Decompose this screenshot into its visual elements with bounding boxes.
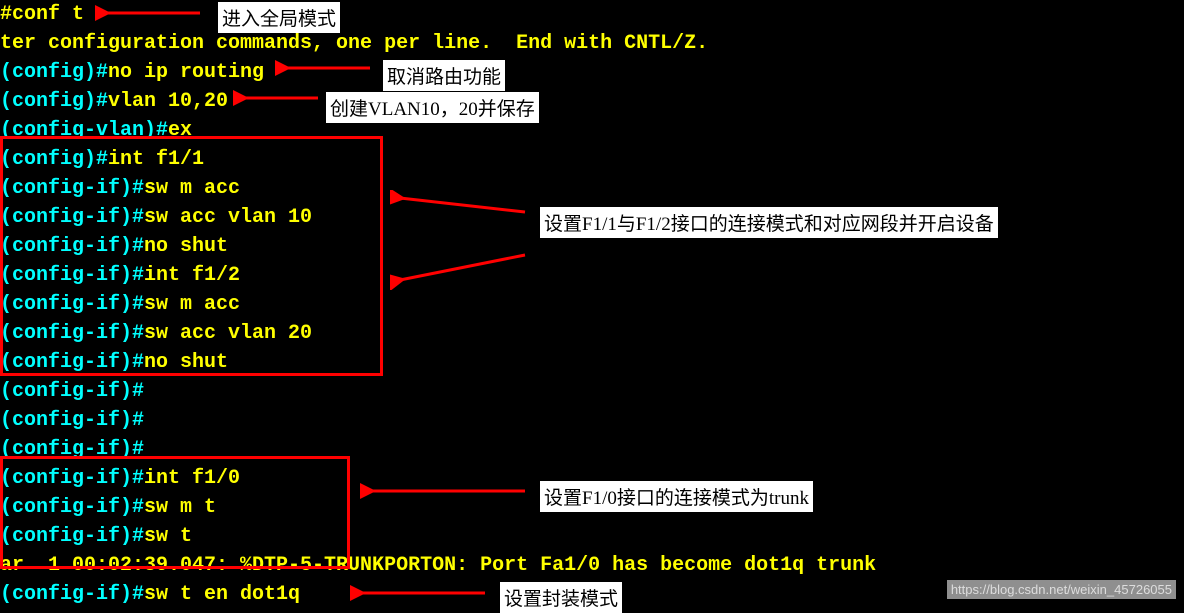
terminal-line: (config-if)# (0, 435, 1184, 464)
cli-text: sw m acc (144, 293, 240, 316)
cli-prompt: (config-if)# (0, 467, 144, 490)
annotation-interface-config: 设置F1/1与F1/2接口的连接模式和对应网段并开启设备 (540, 207, 998, 238)
terminal-line: (config)#vlan 10,20 (0, 87, 1184, 116)
annotation-global-mode: 进入全局模式 (218, 2, 340, 33)
cli-text: int f1/0 (144, 467, 240, 490)
annotation-trunk-mode: 设置F1/0接口的连接模式为trunk (540, 481, 813, 512)
cli-text: ar 1 00:02:39.047: %DTP-5-TRUNKPORTON: P… (0, 554, 876, 577)
cli-prompt: (config-if)# (0, 496, 144, 519)
cli-prompt: (config-if)# (0, 322, 144, 345)
cli-prompt: (config-if)# (0, 293, 144, 316)
cli-prompt: (config)# (0, 61, 108, 84)
cli-prompt: (config-if)# (0, 177, 144, 200)
cli-text: int f1/2 (144, 264, 240, 287)
cli-prompt: (config-if)# (0, 264, 144, 287)
terminal-line: ter configuration commands, one per line… (0, 29, 1184, 58)
cli-prompt: (config-if)# (0, 351, 144, 374)
annotation-encap-mode: 设置封装模式 (500, 582, 622, 613)
terminal-line: (config-if)#sw acc vlan 20 (0, 319, 1184, 348)
watermark-text: https://blog.csdn.net/weixin_45726055 (947, 580, 1176, 599)
terminal-line: (config-if)#sw m acc (0, 290, 1184, 319)
cli-text: ex (168, 119, 192, 142)
terminal-line: (config-if)#sw t (0, 522, 1184, 551)
cli-text: sw m acc (144, 177, 240, 200)
terminal-line: (config-if)# (0, 377, 1184, 406)
terminal-line: (config-if)#sw m acc (0, 174, 1184, 203)
cli-text: sw t (144, 525, 192, 548)
cli-text: sw acc vlan 20 (144, 322, 312, 345)
cli-text: vlan 10,20 (108, 90, 228, 113)
cli-text: sw m t (144, 496, 216, 519)
annotation-no-routing: 取消路由功能 (383, 60, 505, 91)
terminal-line: (config-vlan)#ex (0, 116, 1184, 145)
cli-prompt: (config-if)# (0, 380, 144, 403)
terminal-line: ar 1 00:02:39.047: %DTP-5-TRUNKPORTON: P… (0, 551, 1184, 580)
terminal-line: #conf t (0, 0, 1184, 29)
cli-prompt: (config-if)# (0, 583, 144, 606)
cli-prompt: (config-if)# (0, 235, 144, 258)
terminal-line: (config)#no ip routing (0, 58, 1184, 87)
terminal-line: (config-if)# (0, 406, 1184, 435)
cli-prompt: (config-if)# (0, 438, 144, 461)
cli-text: #conf t (0, 3, 84, 26)
cli-text: sw t en dot1q (144, 583, 300, 606)
cli-text: no shut (144, 351, 228, 374)
cli-prompt: (config)# (0, 90, 108, 113)
cli-prompt: (config-vlan)# (0, 119, 168, 142)
terminal-output: #conf t ter configuration commands, one … (0, 0, 1184, 609)
cli-prompt: (config-if)# (0, 525, 144, 548)
cli-prompt: (config-if)# (0, 409, 144, 432)
cli-text: int f1/1 (108, 148, 204, 171)
cli-text: sw acc vlan 10 (144, 206, 312, 229)
cli-text: no shut (144, 235, 228, 258)
annotation-vlan-create: 创建VLAN10，20并保存 (326, 92, 539, 123)
cli-prompt: (config)# (0, 148, 108, 171)
terminal-line: (config-if)#no shut (0, 348, 1184, 377)
cli-text: ter configuration commands, one per line… (0, 32, 708, 55)
terminal-line: (config-if)#int f1/2 (0, 261, 1184, 290)
cli-prompt: (config-if)# (0, 206, 144, 229)
cli-text: no ip routing (108, 61, 264, 84)
terminal-line: (config)#int f1/1 (0, 145, 1184, 174)
